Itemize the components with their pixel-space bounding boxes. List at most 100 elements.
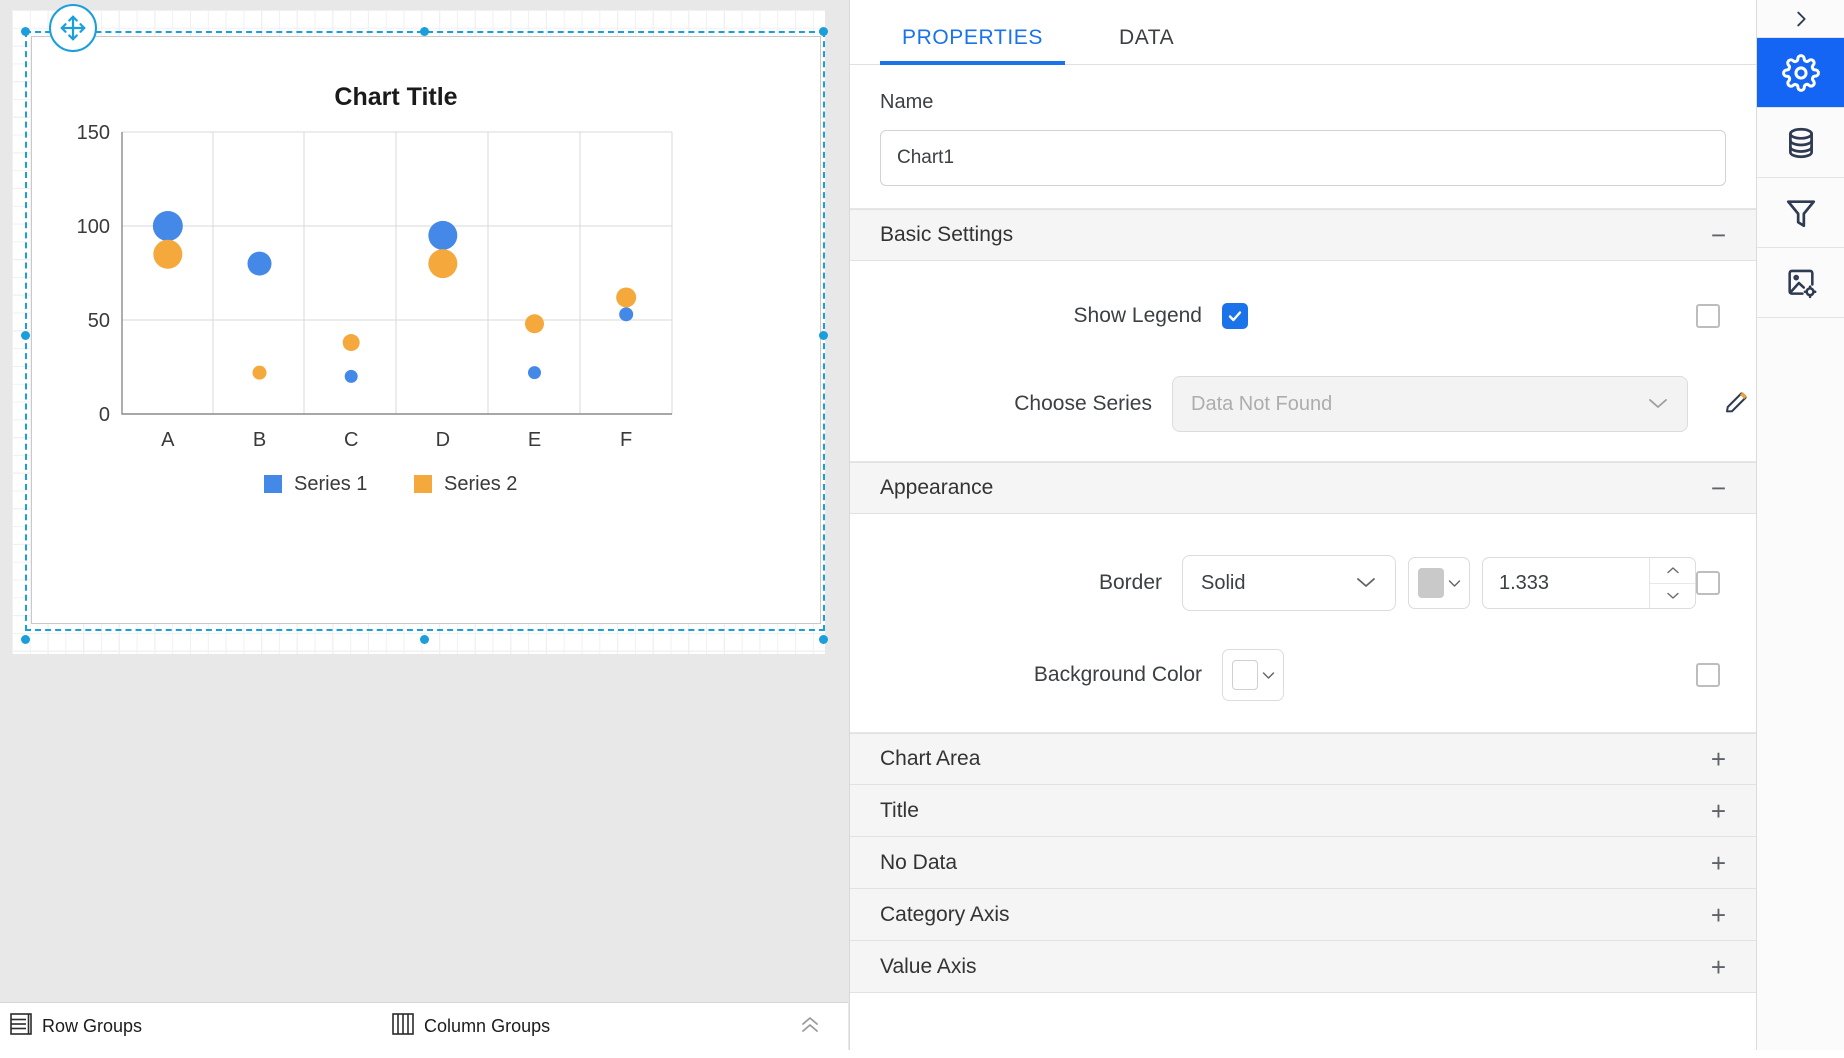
appearance-body: Border Solid 1.333 Background Color — [850, 514, 1756, 733]
basic-settings-body: Show Legend Choose Series Data Not Found — [850, 261, 1756, 462]
name-field-block: Name — [850, 65, 1756, 209]
chevron-right-icon[interactable] — [1757, 0, 1844, 38]
bubble-point[interactable] — [342, 334, 360, 352]
name-input[interactable] — [880, 130, 1726, 186]
row-groups-chip[interactable]: Row Groups — [10, 996, 142, 1058]
legend-label: Series 1 — [294, 473, 367, 495]
section-toggle[interactable]: + — [1711, 850, 1726, 876]
section-title: No Data — [880, 850, 958, 874]
database-icon[interactable] — [1757, 108, 1844, 178]
section-toggle[interactable]: + — [1711, 798, 1726, 824]
tab-properties[interactable]: PROPERTIES — [880, 26, 1065, 65]
border-width-increment[interactable] — [1650, 558, 1695, 584]
section-appearance-toggle[interactable]: − — [1711, 475, 1726, 501]
chevron-down-icon — [1355, 573, 1377, 594]
x-tick-label: F — [620, 429, 632, 451]
border-width-stepper[interactable]: 1.333 — [1482, 557, 1696, 609]
bubble-point[interactable] — [428, 220, 458, 250]
chart-report-item[interactable]: Chart Title 0 50 100 150 A B C D E F Series 1 Ser… — [31, 36, 821, 624]
selection-handle-middle-right[interactable] — [819, 331, 828, 340]
bubble-point[interactable] — [152, 211, 183, 241]
column-groups-chip[interactable]: Column Groups — [392, 1012, 550, 1041]
bubble-point[interactable] — [616, 287, 637, 308]
bubble-point[interactable] — [525, 314, 544, 334]
choose-series-select[interactable]: Data Not Found — [1172, 376, 1688, 432]
selection-handle-bottom-left[interactable] — [21, 635, 30, 644]
image-settings-icon[interactable] — [1757, 248, 1844, 318]
section-toggle[interactable]: + — [1711, 746, 1726, 772]
move-icon[interactable] — [49, 4, 97, 52]
icon-rail — [1756, 0, 1844, 1050]
selection-handle-bottom-center[interactable] — [420, 635, 429, 644]
bubble-chart[interactable]: Chart Title 0 50 100 150 A B C D E F Series 1 Ser… — [32, 37, 820, 623]
design-canvas[interactable]: Chart Title 0 50 100 150 A B C D E F Series 1 Ser… — [0, 0, 849, 1050]
collapsed-sections-list: Chart Area + Title + No Data + Category Axis + V… — [850, 733, 1756, 993]
gear-icon[interactable] — [1757, 38, 1844, 108]
selection-handle-bottom-right[interactable] — [819, 635, 828, 644]
choose-series-value: Data Not Found — [1191, 392, 1333, 415]
background-color-expression-checkbox[interactable] — [1696, 663, 1720, 687]
choose-series-row: Choose Series Data Not Found — [850, 373, 1756, 435]
selection-handle-top-left[interactable] — [21, 27, 30, 36]
section-appearance[interactable]: Appearance − — [850, 462, 1756, 514]
x-tick-label: D — [436, 429, 450, 451]
background-color-picker[interactable] — [1222, 649, 1284, 701]
border-color-picker[interactable] — [1408, 557, 1470, 609]
group-bar[interactable]: Row Groups Column Groups — [0, 1002, 848, 1050]
y-tick-label: 50 — [88, 310, 110, 332]
section-category-axis[interactable]: Category Axis + — [850, 889, 1756, 941]
legend-swatch — [414, 475, 432, 493]
bubble-point[interactable] — [344, 369, 358, 383]
column-groups-label: Column Groups — [424, 1016, 551, 1036]
report-designer-app: Chart Title 0 50 100 150 A B C D E F Series 1 Ser… — [0, 0, 1844, 1050]
chevron-up-icon — [1666, 567, 1679, 573]
chevron-down-icon — [1448, 579, 1460, 587]
selection-handle-middle-left[interactable] — [21, 331, 30, 340]
section-chart-area[interactable]: Chart Area + — [850, 733, 1756, 785]
section-title: Value Axis — [880, 954, 977, 978]
section-title: Title — [880, 798, 919, 822]
section-no-data[interactable]: No Data + — [850, 837, 1756, 889]
x-tick-label: E — [528, 429, 541, 451]
background-color-row: Background Color — [850, 644, 1756, 706]
bubble-point[interactable] — [528, 366, 541, 380]
bubble-point[interactable] — [252, 365, 267, 380]
show-legend-expression-checkbox[interactable] — [1696, 304, 1720, 328]
section-toggle[interactable]: + — [1711, 902, 1726, 928]
bubble-point[interactable] — [247, 251, 272, 276]
chevron-double-up-icon[interactable] — [798, 1015, 822, 1039]
bubble-point[interactable] — [619, 307, 634, 322]
section-title: Chart Area — [880, 747, 981, 770]
legend-label: Series 2 — [444, 473, 517, 495]
selection-handle-top-center[interactable] — [420, 27, 429, 36]
choose-series-label: Choose Series — [1014, 392, 1152, 415]
x-tick-label: C — [344, 429, 358, 451]
row-groups-icon — [10, 1012, 32, 1041]
background-color-swatch — [1231, 660, 1258, 690]
properties-panel: PROPERTIES DATA Name Basic Settings − Sh… — [849, 0, 1756, 1050]
legend-swatch — [264, 475, 282, 493]
border-expression-checkbox[interactable] — [1696, 571, 1720, 595]
section-value-axis[interactable]: Value Axis + — [850, 941, 1756, 993]
section-toggle[interactable]: + — [1711, 954, 1726, 980]
selection-handle-top-right[interactable] — [819, 27, 828, 36]
section-basic-settings[interactable]: Basic Settings − — [850, 209, 1756, 261]
border-row: Border Solid 1.333 — [850, 552, 1756, 614]
design-surface[interactable]: Chart Title 0 50 100 150 A B C D E F Series 1 Ser… — [0, 0, 828, 1022]
section-title[interactable]: Title + — [850, 785, 1756, 837]
x-tick-label: A — [161, 429, 175, 451]
row-groups-label: Row Groups — [42, 1016, 143, 1036]
border-style-select[interactable]: Solid — [1182, 555, 1396, 611]
chart-title: Chart Title — [334, 83, 457, 111]
show-legend-checkbox[interactable] — [1222, 303, 1248, 329]
bubble-point[interactable] — [428, 249, 458, 279]
filter-icon[interactable] — [1757, 178, 1844, 248]
section-basic-settings-title: Basic Settings — [880, 223, 1014, 246]
pencil-icon[interactable] — [1722, 387, 1756, 421]
tab-data[interactable]: DATA — [1097, 26, 1196, 64]
section-basic-settings-toggle[interactable]: − — [1711, 222, 1726, 248]
y-tick-label: 100 — [77, 216, 110, 238]
y-tick-label: 0 — [99, 404, 110, 426]
bubble-point[interactable] — [153, 239, 183, 269]
border-width-decrement[interactable] — [1650, 584, 1695, 609]
